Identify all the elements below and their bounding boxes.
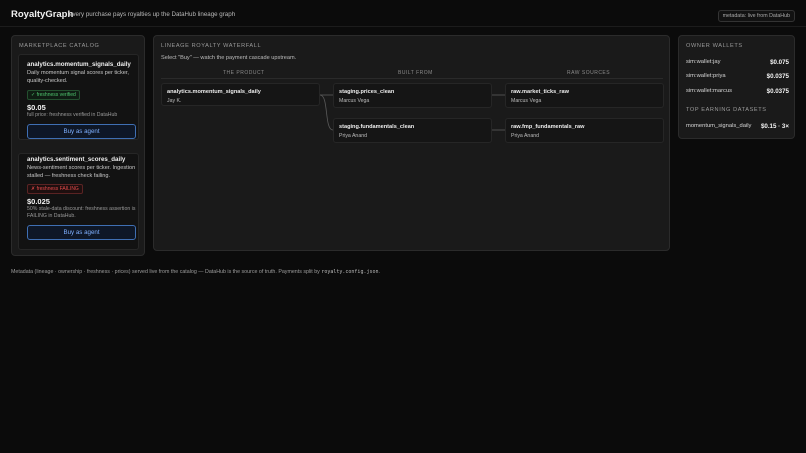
lineage-edges (319, 94, 505, 131)
owner-wallets-panel: OWNER WALLETS sim:wallet:jay $0.075 sim:… (678, 35, 795, 139)
brand-logo[interactable]: RoyaltyGraph (11, 9, 73, 20)
top-earning-row: momentum_signals_daily $0.15 · 3× (686, 123, 789, 133)
freshness-verified-badge: ✓ freshness verified (27, 90, 80, 100)
price-note: full price: freshness verified in DataHu… (27, 112, 118, 118)
dataset-price: $0.025 (27, 197, 50, 206)
config-filename: royalty.config.json (321, 269, 379, 275)
freshness-failing-badge: ✗ freshness FAILING (27, 184, 83, 194)
wallet-row-marcus: sim:wallet:marcus $0.0375 (686, 88, 789, 98)
metadata-live-badge: metadata: live from DataHub (717, 10, 795, 22)
marketplace-catalog-panel: MARKETPLACE CATALOG analytics.momentum_s… (11, 35, 145, 256)
wallet-row-priya: sim:wallet:priya $0.0375 (686, 73, 789, 83)
earning-amount: $0.15 · 3× (760, 123, 789, 130)
wallet-name: sim:wallet:marcus (686, 88, 733, 94)
footer-note: Metadata (lineage · ownership · freshnes… (11, 269, 380, 275)
price-note: 50% stale-data discount: freshness asser… (27, 206, 136, 219)
wallets-title: OWNER WALLETS (686, 43, 743, 49)
dataset-price: $0.05 (27, 103, 46, 112)
dataset-description: Daily momentum signal scores per ticker,… (27, 70, 129, 84)
footer-end: . (378, 269, 380, 275)
wallet-row-jay: sim:wallet:jay $0.075 (686, 59, 789, 69)
edge-product-to-fundamentals (319, 94, 334, 131)
footer-text: Metadata (lineage · ownership · freshnes… (11, 269, 322, 275)
buy-as-agent-button[interactable]: Buy as agent (27, 124, 136, 139)
top-bar: RoyaltyGraph every purchase pays royalti… (0, 0, 806, 27)
catalog-item-sentiment: analytics.sentiment_scores_daily News-se… (18, 153, 139, 250)
buy-as-agent-button[interactable]: Buy as agent (27, 225, 136, 240)
catalog-item-momentum: analytics.momentum_signals_daily Daily m… (18, 54, 139, 140)
dataset-name: momentum_signals_daily (686, 123, 752, 129)
lineage-waterfall-panel: LINEAGE ROYALTY WATERFALL Select "Buy" —… (153, 35, 670, 251)
wallet-name: sim:wallet:jay (686, 59, 721, 65)
dataset-name: analytics.momentum_signals_daily (27, 61, 131, 68)
wallet-amount: $0.0375 (766, 88, 789, 95)
wallet-amount: $0.075 (770, 59, 789, 66)
catalog-title: MARKETPLACE CATALOG (19, 43, 100, 49)
dataset-name: analytics.sentiment_scores_daily (27, 156, 126, 163)
dataset-description: News-sentiment scores per ticker. Ingest… (27, 165, 136, 179)
top-earning-title: TOP EARNING DATASETS (686, 107, 767, 113)
tagline: every purchase pays royalties up the Dat… (69, 11, 236, 18)
wallet-amount: $0.0375 (766, 73, 789, 80)
wallet-name: sim:wallet:priya (686, 73, 726, 79)
